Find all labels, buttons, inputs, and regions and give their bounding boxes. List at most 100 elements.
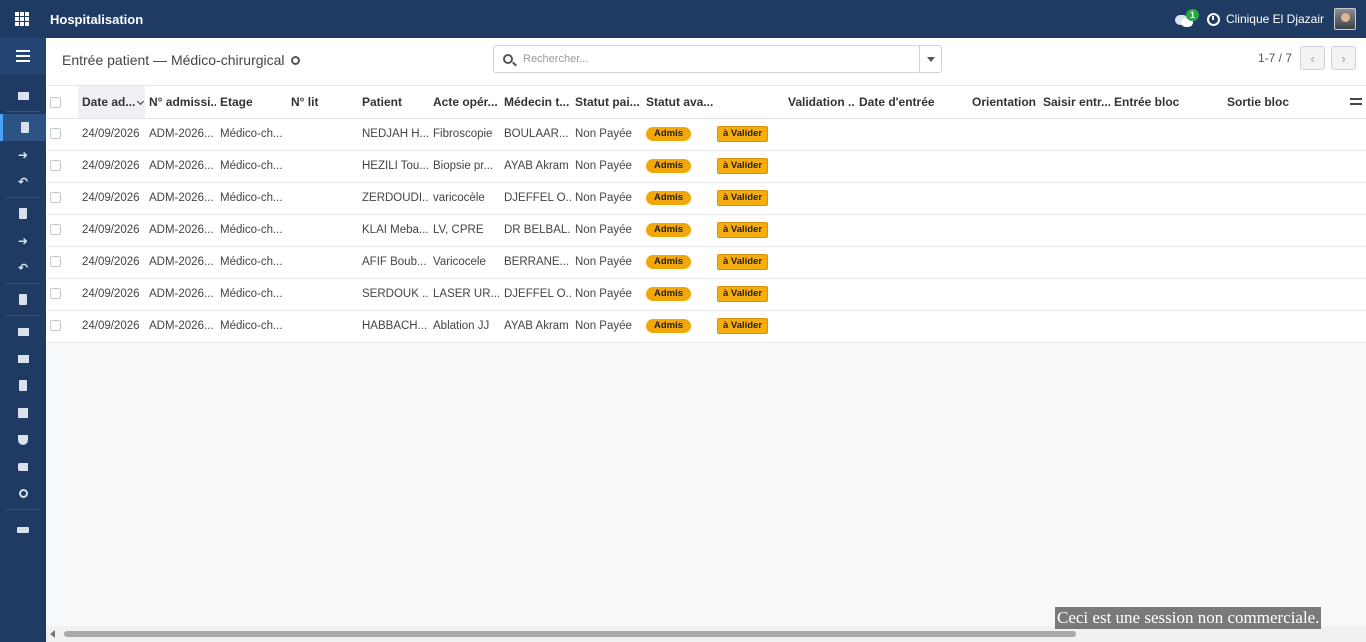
column-header[interactable]: Saisir entr... xyxy=(1039,86,1110,119)
messages-icon[interactable]: 1 xyxy=(1174,9,1199,29)
status-badge: Admis xyxy=(646,319,692,333)
table-row[interactable]: 24/09/2026 ADM-2026... Médico-ch... HEZI… xyxy=(46,150,1366,183)
company-switcher[interactable]: Clinique El Djazair xyxy=(1226,12,1324,26)
clipboard-icon xyxy=(20,122,29,133)
pager-value[interactable]: 1-7 / 7 xyxy=(1258,51,1292,65)
apps-menu-button[interactable] xyxy=(0,0,44,38)
validation-badge[interactable]: à Valider xyxy=(717,222,769,238)
table-row[interactable]: 24/09/2026 ADM-2026... Médico-ch... KLAI… xyxy=(46,214,1366,247)
app-title[interactable]: Hospitalisation xyxy=(50,12,143,27)
sidebar-item-settings[interactable] xyxy=(0,480,46,507)
sidebar-item-dossier[interactable] xyxy=(0,286,46,313)
validation-badge[interactable]: à Valider xyxy=(717,126,769,142)
validation-badge[interactable]: à Valider xyxy=(717,190,769,206)
column-header[interactable]: Patient xyxy=(358,86,429,119)
sidebar-item-dashboard[interactable] xyxy=(0,82,46,109)
pager-previous-button[interactable]: ‹ xyxy=(1300,46,1325,70)
sidebar-item-retour[interactable]: ↶ xyxy=(0,168,46,195)
cell-validation: à Valider xyxy=(713,278,784,311)
cell-acte: Varicocele xyxy=(429,246,500,279)
sidebar-item-retour-2[interactable]: ↶ xyxy=(0,254,46,281)
sort-down-icon xyxy=(137,97,145,105)
cell-statut: Admis xyxy=(642,246,713,279)
cell-saisir xyxy=(1039,310,1110,343)
sign-out-icon: ➜ xyxy=(17,233,29,248)
column-header[interactable]: Sortie bloc xyxy=(1223,86,1346,119)
pager-next-button[interactable]: › xyxy=(1331,46,1356,70)
validation-badge[interactable]: à Valider xyxy=(717,254,769,270)
activity-clock-icon[interactable] xyxy=(1206,12,1220,26)
table-row[interactable]: 24/09/2026 ADM-2026... Médico-ch... HABB… xyxy=(46,310,1366,343)
cell-patient: KLAI Meba... xyxy=(358,214,429,247)
sidebar-item-liste[interactable] xyxy=(0,318,46,345)
cell-date: 24/09/2026 xyxy=(78,118,145,151)
scroll-left-icon[interactable] xyxy=(50,630,55,638)
table-row[interactable]: 24/09/2026 ADM-2026... Médico-ch... SERD… xyxy=(46,278,1366,311)
cell-admission: ADM-2026... xyxy=(145,246,216,279)
cell-paiement: Non Payée xyxy=(571,214,642,247)
cell-orientation xyxy=(968,310,1039,343)
sidebar-item-tags[interactable] xyxy=(0,453,46,480)
column-header[interactable]: Etage xyxy=(216,86,287,119)
search-options-toggle[interactable] xyxy=(919,45,942,73)
sidebar-toggle-button[interactable] xyxy=(0,38,46,74)
column-header[interactable]: Date d'entrée xyxy=(855,86,968,119)
select-all-checkbox[interactable] xyxy=(46,86,78,119)
column-header[interactable]: N° admissi... xyxy=(145,86,216,119)
column-header[interactable]: Statut pai... xyxy=(571,86,642,119)
sidebar-item-rapports[interactable] xyxy=(0,372,46,399)
column-header[interactable]: Acte opér... xyxy=(429,86,500,119)
cell-orientation xyxy=(968,118,1039,151)
cell-paiement: Non Payée xyxy=(571,150,642,183)
column-header[interactable]: Validation ... xyxy=(784,86,855,119)
validation-badge[interactable]: à Valider xyxy=(717,318,769,334)
table-row[interactable]: 24/09/2026 ADM-2026... Médico-ch... AFIF… xyxy=(46,246,1366,279)
cell-sortie-bloc xyxy=(1223,246,1346,279)
cell-medecin: BOULAAR... xyxy=(500,118,571,151)
row-checkbox[interactable] xyxy=(46,246,78,279)
cell-sortie-bloc xyxy=(1223,278,1346,311)
user-avatar[interactable] xyxy=(1334,8,1356,30)
search-input[interactable] xyxy=(523,53,883,65)
sidebar-item-edition[interactable] xyxy=(0,399,46,426)
column-header[interactable]: Entrée bloc xyxy=(1110,86,1223,119)
cell-end xyxy=(1346,150,1366,183)
cell-saisir xyxy=(1039,246,1110,279)
validation-badge[interactable]: à Valider xyxy=(717,286,769,302)
column-header[interactable]: Médecin t... xyxy=(500,86,571,119)
row-checkbox[interactable] xyxy=(46,182,78,215)
column-header[interactable]: N° lit xyxy=(287,86,358,119)
sidebar-item-lits[interactable] xyxy=(0,516,46,543)
cell-paiement: Non Payée xyxy=(571,182,642,215)
column-header[interactable]: Orientation xyxy=(968,86,1039,119)
status-badge: Admis xyxy=(646,223,692,237)
scrollbar-thumb[interactable] xyxy=(64,631,1076,637)
cell-validation: à Valider xyxy=(713,182,784,215)
table-row[interactable]: 24/09/2026 ADM-2026... Médico-ch... ZERD… xyxy=(46,182,1366,215)
column-header[interactable] xyxy=(713,86,784,119)
actions-gear-icon[interactable] xyxy=(290,55,300,65)
sidebar-item-stethoscope[interactable] xyxy=(0,426,46,453)
row-checkbox[interactable] xyxy=(46,118,78,151)
records-table: Date ad... N° admissi... Etage N° lit Pa… xyxy=(46,86,1366,343)
optional-columns-toggle[interactable] xyxy=(1346,86,1366,119)
sign-out-icon: ➜ xyxy=(17,147,29,162)
reply-icon: ↶ xyxy=(17,174,29,189)
column-header[interactable]: Date ad... xyxy=(78,86,145,119)
cell-medecin: DJEFFEL O... xyxy=(500,182,571,215)
cell-lit xyxy=(287,310,358,343)
row-checkbox[interactable] xyxy=(46,310,78,343)
column-header[interactable]: Statut ava... xyxy=(642,86,713,119)
sidebar-item-entree-2[interactable] xyxy=(0,200,46,227)
row-checkbox[interactable] xyxy=(46,214,78,247)
table-header-row: Date ad... N° admissi... Etage N° lit Pa… xyxy=(46,86,1366,119)
table-row[interactable]: 24/09/2026 ADM-2026... Médico-ch... NEDJ… xyxy=(46,118,1366,151)
row-checkbox[interactable] xyxy=(46,278,78,311)
row-checkbox[interactable] xyxy=(46,150,78,183)
sidebar-item-sortie[interactable]: ➜ xyxy=(0,141,46,168)
sidebar-item-medical[interactable] xyxy=(0,345,46,372)
sidebar-item-sortie-2[interactable]: ➜ xyxy=(0,227,46,254)
sidebar-item-entree-patient[interactable] xyxy=(0,114,46,141)
validation-badge[interactable]: à Valider xyxy=(717,158,769,174)
clipboard-icon xyxy=(19,208,27,219)
